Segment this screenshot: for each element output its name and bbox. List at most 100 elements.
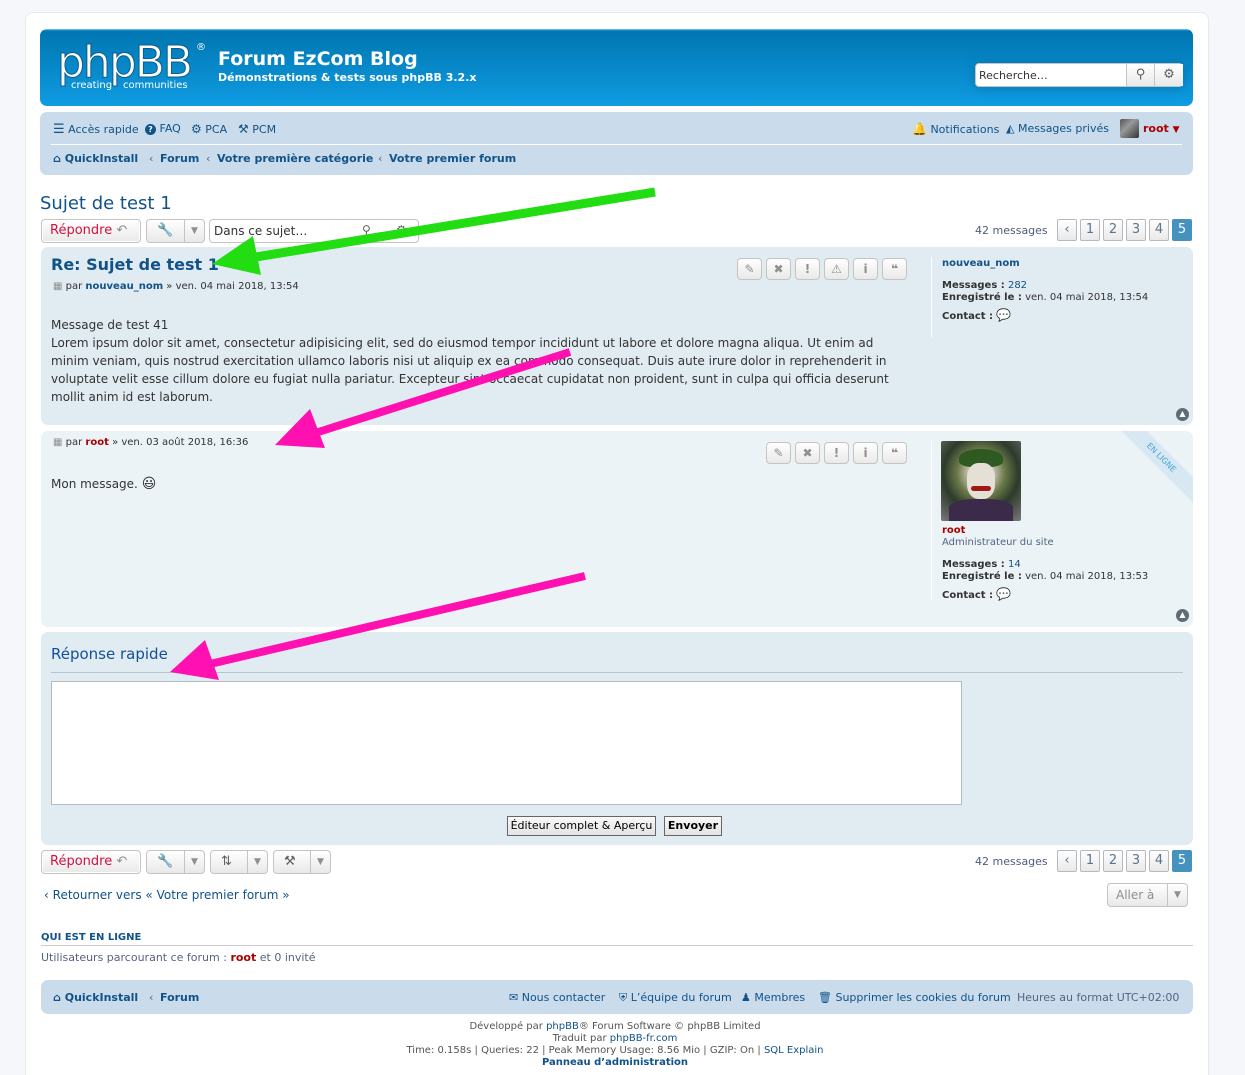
footer-breadcrumb-home[interactable]: ⌂ QuickInstall [53, 991, 138, 1004]
search-input[interactable] [976, 64, 1126, 86]
sort-button[interactable]: ⇅ ▼ [210, 850, 268, 874]
sql-explain-link[interactable]: SQL Explain [764, 1045, 824, 1056]
footer-breadcrumb-forum[interactable]: Forum [160, 991, 199, 1004]
admin-panel-link[interactable]: Panneau d’administration [542, 1057, 688, 1068]
submit-button[interactable]: Envoyer [664, 816, 722, 836]
bell-icon: 🔔 [912, 122, 927, 136]
breadcrumb-home[interactable]: ⌂ QuickInstall [53, 152, 138, 165]
online-user[interactable]: root [230, 951, 256, 964]
caret-down-icon: ▼ [310, 851, 330, 873]
speech-bubble-icon[interactable]: 💬 [996, 308, 1011, 322]
contact-label: Contact : [942, 590, 994, 601]
caret-down-icon: ▼ [1167, 884, 1187, 906]
back-to-top-icon[interactable]: ▲ [1176, 609, 1189, 622]
mcp-link[interactable]: ⚒ PCM [238, 122, 276, 136]
reply-icon: ↶ [116, 223, 128, 238]
inbox-icon: ◭ [1006, 122, 1015, 135]
quick-access-link[interactable]: ☰ Accès rapide [53, 122, 139, 137]
online-ribbon: EN LIGNE [1112, 431, 1193, 507]
pagination-page[interactable]: 1 [1080, 850, 1100, 872]
pagination-page[interactable]: 4 [1149, 219, 1169, 241]
search-icon[interactable]: ⚲ [1126, 64, 1154, 86]
breadcrumb-separator: ‹ [149, 152, 154, 165]
post-content-body: Lorem ipsum dolor sit amet, consectetur … [51, 336, 889, 404]
notifications-link[interactable]: 🔔 Notifications [912, 122, 999, 136]
team-link[interactable]: ⛨ L’équipe du forum [619, 991, 732, 1005]
pagination-page[interactable]: 4 [1149, 850, 1169, 872]
post-title[interactable]: Re: Sujet de test 1 [51, 255, 219, 274]
info-button[interactable]: i [853, 442, 878, 464]
home-icon: ⌂ [53, 152, 61, 165]
edit-button[interactable]: ✎ [737, 258, 762, 280]
pagination-prev[interactable]: ‹ [1057, 219, 1077, 241]
private-messages-link[interactable]: ◭ Messages privés [1006, 122, 1109, 135]
smiley-icon: 😃 [141, 476, 157, 492]
info-button[interactable]: i [853, 258, 878, 280]
post-author[interactable]: root [85, 437, 108, 448]
jump-to-button[interactable]: Aller à ▼ [1107, 883, 1188, 907]
gear-icon[interactable]: ⚙ [396, 223, 407, 237]
contact-link[interactable]: ✉ Nous contacter [509, 991, 605, 1004]
pagination-prev[interactable]: ‹ [1057, 850, 1077, 872]
profile-username[interactable]: root [942, 525, 965, 536]
report-button[interactable]: ! [795, 258, 820, 280]
profile-username[interactable]: nouveau_nom [942, 258, 1020, 269]
back-to-top-icon[interactable]: ▲ [1176, 408, 1189, 421]
breadcrumb-forum[interactable]: Forum [160, 152, 199, 165]
caret-down-icon: ▼ [1172, 125, 1180, 135]
reply-label: Répondre [50, 854, 113, 869]
report-button[interactable]: ! [824, 442, 849, 464]
who-is-online-divider [41, 945, 1193, 946]
topic-title[interactable]: Sujet de test 1 [40, 193, 172, 214]
warn-button[interactable]: ⚠ [824, 258, 849, 280]
user-avatar[interactable] [1120, 119, 1139, 138]
online-prefix: Utilisateurs parcourant ce forum : [41, 951, 227, 964]
pagination-page[interactable]: 1 [1080, 219, 1100, 241]
breadcrumb-separator: ‹ [149, 991, 154, 1004]
topic-tools-button[interactable]: 🔧 ▼ [146, 219, 205, 243]
delete-button[interactable]: ✖ [795, 442, 820, 464]
topic-search-input[interactable] [210, 220, 360, 242]
reply-button[interactable]: Répondre ↶ [41, 850, 141, 874]
site-title[interactable]: Forum EzCom Blog [218, 48, 418, 70]
quick-reply-textarea[interactable] [51, 681, 962, 805]
who-is-online-text: Utilisateurs parcourant ce forum : root … [41, 951, 316, 964]
moderation-button[interactable]: ⚒ ▼ [273, 850, 331, 874]
delete-cookies-link[interactable]: 🗑 Supprimer les cookies du forum [818, 991, 1011, 1004]
quote-button[interactable]: ❝ [882, 258, 907, 280]
delete-button[interactable]: ✖ [766, 258, 791, 280]
timezone-text: Heures au format UTC+02:00 [1017, 991, 1180, 1004]
full-editor-button[interactable]: Éditeur complet & Aperçu [507, 816, 656, 836]
breadcrumb-category[interactable]: Votre première catégorie [217, 152, 373, 165]
user-menu[interactable]: root ▼ [1143, 122, 1180, 135]
exclamation-icon: ! [804, 262, 811, 276]
user-avatar[interactable] [941, 441, 1021, 521]
pagination-page[interactable]: 2 [1103, 219, 1123, 241]
topic-tools-button[interactable]: 🔧 ▼ [146, 850, 205, 874]
phpbb-link[interactable]: phpBB [546, 1021, 579, 1032]
edit-button[interactable]: ✎ [766, 442, 791, 464]
translation-link[interactable]: phpBB-fr.com [610, 1033, 678, 1044]
messages-value[interactable]: 282 [1008, 280, 1027, 291]
phpbb-logo[interactable]: phpBB ® creating communities [57, 40, 207, 93]
return-link[interactable]: ‹ Retourner vers « Votre premier forum » [44, 888, 290, 902]
search-icon[interactable]: ⚲ [362, 223, 371, 237]
quote-icon: ❝ [890, 262, 899, 276]
acp-link[interactable]: ⚙ PCA [191, 122, 227, 136]
messages-value[interactable]: 14 [1008, 559, 1021, 570]
quote-button[interactable]: ❝ [882, 442, 907, 464]
pagination-page[interactable]: 3 [1126, 219, 1146, 241]
caret-down-icon: ▼ [247, 851, 267, 873]
faq-link[interactable]: ? FAQ [145, 122, 181, 135]
post-author[interactable]: nouveau_nom [85, 281, 163, 292]
breadcrumb-subforum[interactable]: Votre premier forum [389, 152, 516, 165]
messages-label: Messages : [942, 280, 1005, 291]
pagination-page[interactable]: 3 [1126, 850, 1146, 872]
by-label: par [65, 281, 83, 292]
members-link[interactable]: ♟ Membres [741, 991, 805, 1004]
speech-bubble-icon[interactable]: 💬 [996, 587, 1011, 601]
pagination-page[interactable]: 2 [1103, 850, 1123, 872]
gear-icon[interactable]: ⚙ [1154, 64, 1183, 86]
reply-button[interactable]: Répondre ↶ [41, 219, 141, 243]
profile-contact: Contact : 💬 [942, 308, 1011, 322]
